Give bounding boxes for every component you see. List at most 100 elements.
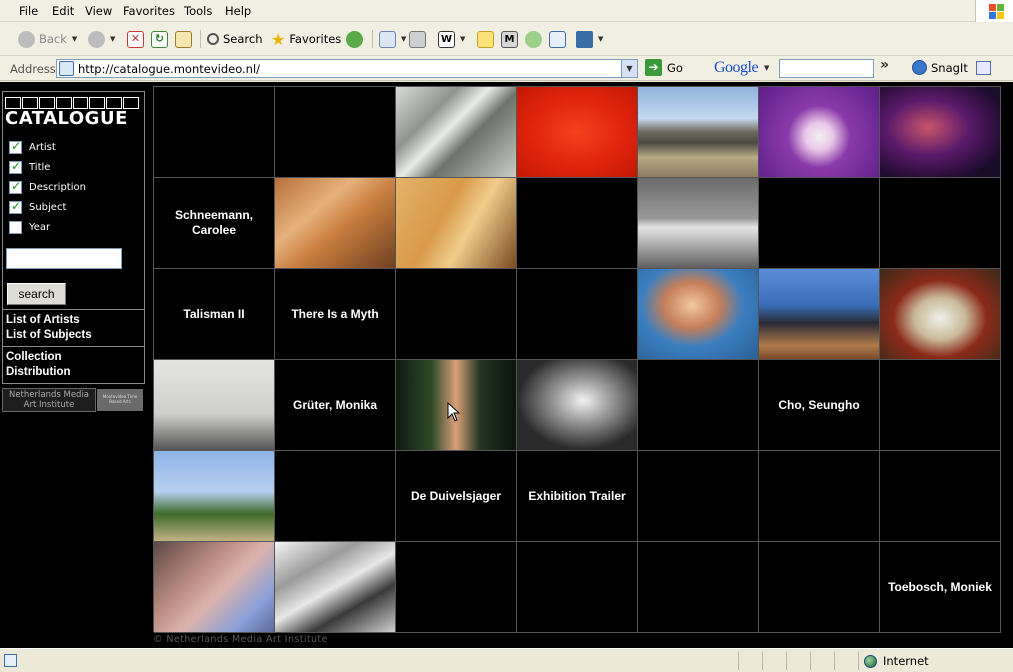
favorites-button[interactable]: ★ Favorites bbox=[271, 29, 341, 49]
home-button[interactable] bbox=[175, 29, 192, 49]
tile-label[interactable]: Talisman II bbox=[179, 307, 248, 322]
address-input[interactable]: http://catalogue.montevideo.nl/ ▼ bbox=[56, 59, 638, 78]
menu-tools[interactable]: Tools bbox=[184, 4, 212, 18]
catalogue-text-tile[interactable]: Exhibition Trailer bbox=[517, 451, 638, 542]
catalogue-text-tile[interactable]: Cho, Seungho bbox=[759, 360, 880, 451]
menu-favorites[interactable]: Favorites bbox=[123, 4, 175, 18]
catalogue-thumbnail[interactable] bbox=[517, 87, 638, 178]
stop-button[interactable]: ✕ bbox=[127, 29, 144, 49]
tile-label[interactable]: Exhibition Trailer bbox=[524, 489, 629, 504]
thumbnail-dancer-image[interactable] bbox=[880, 87, 1000, 177]
translate-button[interactable]: ▼ bbox=[576, 29, 603, 49]
thumbnail-purple-image[interactable] bbox=[759, 87, 879, 177]
thumbnail-boat-image[interactable] bbox=[396, 87, 516, 177]
list-of-artists-link[interactable]: List of Artists bbox=[6, 314, 80, 326]
thumbnail-woman-image[interactable] bbox=[638, 269, 758, 359]
thumbnail-car-image[interactable] bbox=[638, 178, 758, 268]
tile-label[interactable]: Grüter, Monika bbox=[289, 398, 381, 413]
catalogue-thumbnail[interactable] bbox=[638, 178, 759, 269]
catalogue-thumbnail[interactable] bbox=[638, 269, 759, 360]
catalogue-search-input[interactable] bbox=[6, 248, 122, 269]
tile-label[interactable]: Cho, Seungho bbox=[774, 398, 863, 413]
tile-label[interactable]: Schneemann, Carolee bbox=[154, 208, 274, 238]
forward-button[interactable]: ▼ bbox=[88, 29, 115, 49]
thumbnail-map-image[interactable] bbox=[154, 360, 274, 450]
thumbnail-phone-image[interactable] bbox=[396, 178, 516, 268]
google-search-input[interactable] bbox=[779, 59, 874, 78]
address-dropdown-icon[interactable]: ▼ bbox=[621, 60, 637, 77]
collection-link[interactable]: Collection bbox=[6, 351, 62, 363]
go-button[interactable]: ➔ Go bbox=[645, 59, 683, 76]
google-dropdown-icon[interactable]: ▼ bbox=[764, 64, 769, 72]
catalogue-thumbnail[interactable] bbox=[154, 542, 275, 633]
research-button[interactable] bbox=[525, 29, 542, 49]
snagit-icon bbox=[912, 60, 927, 75]
discuss-button[interactable] bbox=[477, 29, 494, 49]
thumbnail-mountains-image[interactable] bbox=[638, 87, 758, 177]
edit-button[interactable]: W ▼ bbox=[438, 29, 465, 49]
snagit-capture-icon[interactable] bbox=[976, 61, 991, 75]
catalogue-text-tile[interactable]: There Is a Myth bbox=[275, 269, 396, 360]
tile-label[interactable]: There Is a Myth bbox=[287, 307, 382, 322]
google-logo[interactable]: Google bbox=[714, 59, 759, 77]
catalogue-thumbnail[interactable] bbox=[396, 178, 517, 269]
catalogue-logo[interactable]: CATALOGUE bbox=[5, 97, 140, 129]
catalogue-thumbnail[interactable] bbox=[275, 542, 396, 633]
catalogue-thumbnail[interactable] bbox=[638, 87, 759, 178]
catalogue-text-tile[interactable]: Grüter, Monika bbox=[275, 360, 396, 451]
menu-view[interactable]: View bbox=[85, 4, 112, 18]
edit-dropdown-icon[interactable]: ▼ bbox=[460, 35, 465, 43]
refresh-button[interactable]: ↻ bbox=[151, 29, 168, 49]
tile-label[interactable]: Toebosch, Moniek bbox=[884, 580, 996, 595]
catalogue-search-button[interactable]: search bbox=[7, 283, 66, 305]
address-url[interactable]: http://catalogue.montevideo.nl/ bbox=[78, 62, 260, 76]
menu-help[interactable]: Help bbox=[225, 4, 251, 18]
checkbox-title[interactable] bbox=[9, 159, 22, 174]
checkbox-year[interactable] bbox=[9, 221, 22, 234]
print-button[interactable] bbox=[409, 29, 426, 49]
thumbnail-mask-image[interactable] bbox=[880, 269, 1000, 359]
catalogue-thumbnail[interactable] bbox=[517, 360, 638, 451]
catalogue-thumbnail[interactable] bbox=[154, 360, 275, 451]
toolbar-overflow-icon[interactable]: » bbox=[880, 57, 889, 73]
distribution-link[interactable]: Distribution bbox=[6, 366, 71, 378]
translate-dropdown-icon[interactable]: ▼ bbox=[598, 35, 603, 43]
thumbnail-bw-man-image[interactable] bbox=[517, 360, 637, 450]
catalogue-thumbnail[interactable] bbox=[396, 87, 517, 178]
back-button[interactable]: Back ▼ bbox=[18, 29, 77, 49]
checkbox-subject[interactable] bbox=[9, 199, 22, 214]
thumbnail-anchor-image[interactable] bbox=[759, 269, 879, 359]
catalogue-text-tile[interactable]: Talisman II bbox=[154, 269, 275, 360]
menu-edit[interactable]: Edit bbox=[52, 4, 74, 18]
tile-label[interactable]: De Duivelsjager bbox=[407, 489, 505, 504]
catalogue-text-tile[interactable]: De Duivelsjager bbox=[396, 451, 517, 542]
window-button[interactable] bbox=[549, 29, 566, 49]
catalogue-thumbnail[interactable] bbox=[759, 87, 880, 178]
catalogue-text-tile[interactable]: Schneemann, Carolee bbox=[154, 178, 275, 269]
mail-dropdown-icon[interactable]: ▼ bbox=[401, 35, 406, 43]
list-of-subjects-link[interactable]: List of Subjects bbox=[6, 329, 92, 341]
institute-logo[interactable]: Netherlands Media Art Institute Montevid… bbox=[2, 388, 145, 412]
thumbnail-hands-image[interactable] bbox=[275, 178, 395, 268]
checkbox-artist[interactable] bbox=[9, 139, 22, 154]
catalogue-thumbnail[interactable] bbox=[759, 269, 880, 360]
menu-file[interactable]: File bbox=[19, 4, 38, 18]
snagit-button[interactable]: SnagIt bbox=[912, 60, 968, 75]
forward-dropdown-icon[interactable]: ▼ bbox=[110, 35, 115, 43]
mail-button[interactable]: ▼ bbox=[379, 29, 406, 49]
thumbnail-red-image[interactable] bbox=[517, 87, 637, 177]
back-dropdown-icon[interactable]: ▼ bbox=[72, 35, 77, 43]
catalogue-thumbnail[interactable] bbox=[880, 87, 1001, 178]
search-button[interactable]: Search bbox=[207, 29, 263, 49]
media-button[interactable] bbox=[346, 29, 363, 49]
catalogue-text-tile[interactable]: Toebosch, Moniek bbox=[880, 542, 1001, 633]
printer-icon bbox=[409, 30, 426, 48]
thumbnail-wood-image[interactable] bbox=[275, 542, 395, 632]
catalogue-thumbnail[interactable] bbox=[275, 178, 396, 269]
thumbnail-crane-image[interactable] bbox=[154, 451, 274, 541]
checkbox-description[interactable] bbox=[9, 179, 22, 194]
catalogue-thumbnail[interactable] bbox=[880, 269, 1001, 360]
catalogue-thumbnail[interactable] bbox=[154, 451, 275, 542]
messenger-button[interactable]: M bbox=[501, 29, 518, 49]
thumbnail-skin-image[interactable] bbox=[154, 542, 274, 632]
